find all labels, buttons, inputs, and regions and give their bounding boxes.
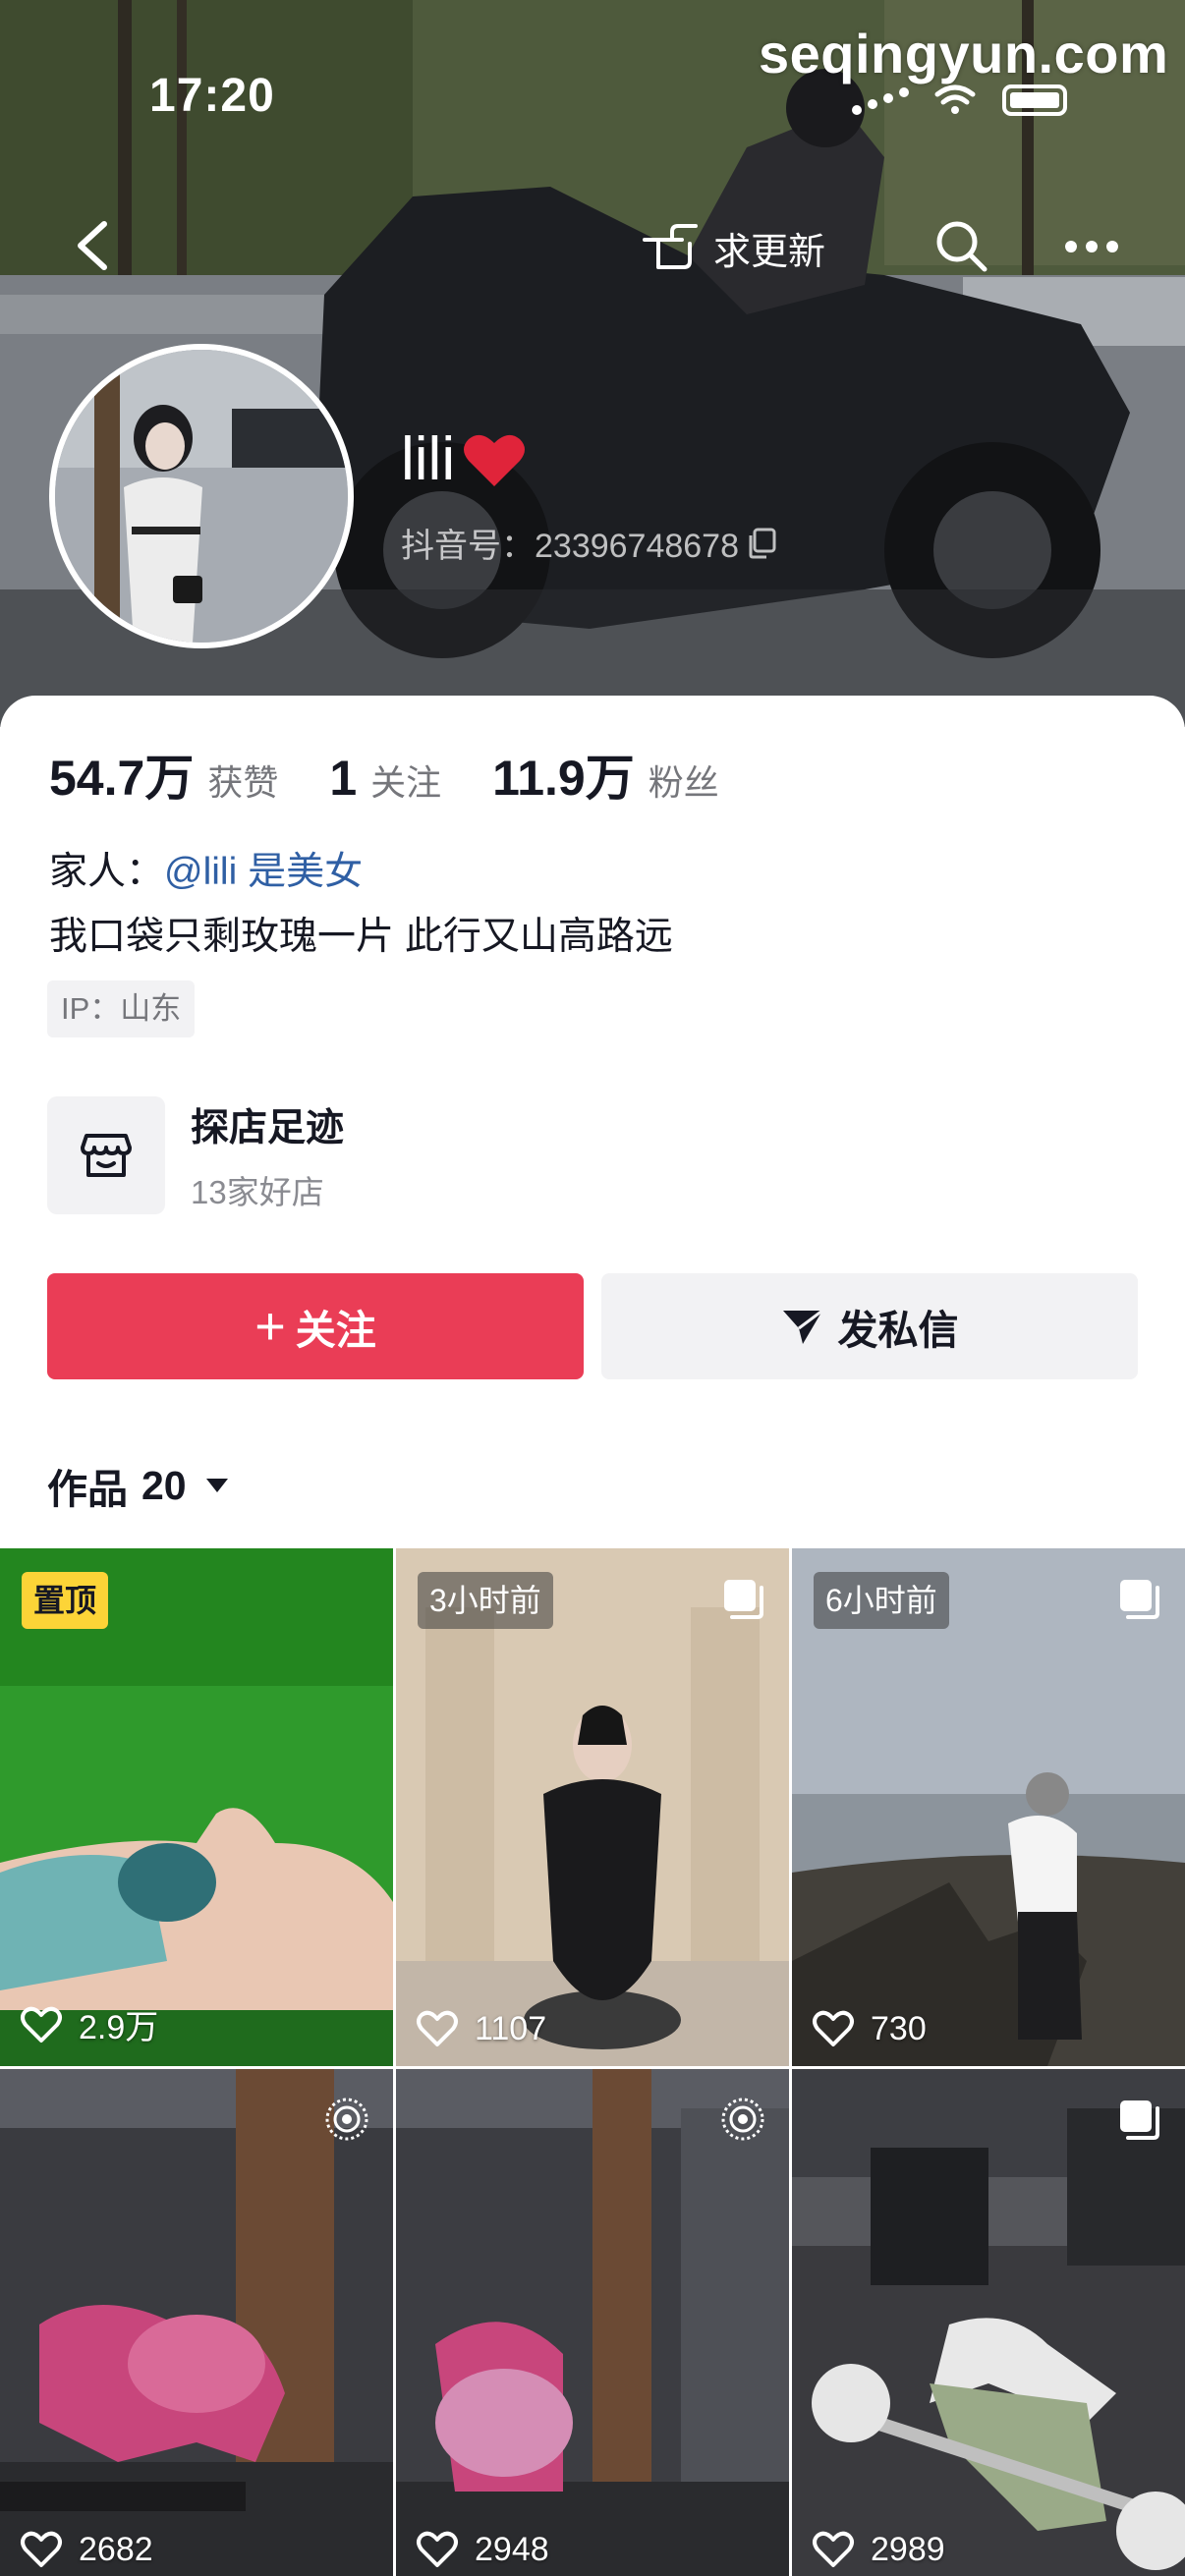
stat-likes[interactable]: 54.7万 获赞 — [49, 739, 278, 810]
likes-count: 2948 — [475, 2530, 549, 2568]
video-tile[interactable]: 6小时前 730 — [792, 1548, 1185, 2066]
heart-outline-icon — [417, 2531, 458, 2567]
time-badge: 6小时前 — [814, 1572, 949, 1629]
heart-outline-icon — [21, 2531, 62, 2567]
message-button-label: 发私信 — [837, 1308, 959, 1353]
tile-likes: 2989 — [812, 2530, 945, 2569]
stat-followers[interactable]: 11.9万 粉丝 — [492, 739, 719, 810]
message-button[interactable]: 发私信 — [601, 1273, 1138, 1379]
bio-family-line: 家人：@lili 是美女 — [49, 841, 363, 896]
heart-outline-icon — [813, 2010, 854, 2046]
stat-following[interactable]: 1 关注 — [329, 750, 441, 807]
back-icon[interactable] — [71, 218, 114, 273]
ip-location-tag: IP：山东 — [47, 980, 196, 1037]
works-count: 20 — [141, 1462, 187, 1508]
shop-visits-entry[interactable]: 探店足迹 13家好店 — [47, 1096, 344, 1214]
video-tile[interactable]: 2989 — [792, 2069, 1185, 2576]
likes-count: 2.9万 — [79, 2009, 159, 2046]
nickname-text: lili — [401, 425, 456, 493]
tile-likes: 2682 — [20, 2530, 153, 2569]
family-prefix: 家人： — [49, 851, 165, 893]
follow-button[interactable]: + 关注 — [47, 1273, 584, 1379]
live-photo-icon — [721, 2098, 764, 2141]
likes-count: 2989 — [871, 2530, 945, 2568]
caret-down-icon — [205, 1479, 228, 1492]
stat-likes-label: 获赞 — [207, 762, 279, 803]
heart-outline-icon — [21, 2006, 62, 2043]
watermark: seqingyun.com — [759, 23, 1169, 84]
pinned-badge: 置顶 — [22, 1572, 109, 1629]
copy-icon[interactable] — [747, 528, 776, 559]
search-icon[interactable] — [933, 218, 990, 275]
stat-followers-count: 11.9万 — [492, 751, 635, 806]
avatar-photo — [55, 350, 348, 643]
video-tile[interactable]: 2948 — [396, 2069, 789, 2576]
status-time: 17:20 — [149, 70, 275, 122]
shop-text: 探店足迹 13家好店 — [191, 1097, 344, 1213]
works-tab[interactable]: 作品 20 — [47, 1456, 230, 1515]
tile-likes: 2948 — [416, 2530, 549, 2569]
video-thumbnail — [396, 2069, 789, 2576]
douyin-id: 抖音号：23396748678 — [401, 519, 776, 567]
video-tile[interactable]: 3小时前 1107 — [396, 1548, 789, 2066]
request-update-label: 求更新 — [713, 231, 826, 273]
shop-icon-box — [47, 1096, 165, 1214]
works-grid: 置顶 2.9万 3小时前 1107 6小时前 730 2682 2948 298… — [0, 1548, 1185, 2576]
shop-subtitle: 13家好店 — [191, 1174, 324, 1210]
stat-following-label: 关注 — [370, 762, 442, 803]
tile-likes: 2.9万 — [20, 2000, 158, 2048]
tile-likes: 730 — [812, 2009, 927, 2048]
status-icons — [852, 84, 1067, 116]
video-tile[interactable]: 2682 — [0, 2069, 393, 2576]
photo-set-icon — [1120, 2100, 1159, 2140]
profile-banner: 17:20 seqingyun.com 求更新 lili 抖音号：2339674… — [0, 0, 1185, 727]
stat-following-count: 1 — [329, 751, 358, 806]
profile-card: 54.7万 获赞 1 关注 11.9万 粉丝 家人：@lili 是美女 我口袋只… — [0, 696, 1185, 2576]
store-icon — [81, 1134, 132, 1177]
wifi-icon — [934, 84, 976, 105]
signal-icon — [852, 87, 909, 115]
send-icon — [782, 1309, 823, 1344]
heart-outline-icon — [813, 2531, 854, 2567]
works-label: 作品 — [47, 1467, 128, 1512]
likes-count: 730 — [871, 2009, 927, 2047]
more-icon[interactable] — [1061, 218, 1122, 275]
plus-icon: + — [254, 1297, 286, 1356]
bio-text: 我口袋只剩玫瑰一片 此行又山高路远 — [49, 916, 673, 958]
live-photo-icon — [325, 2098, 368, 2141]
video-thumbnail — [0, 2069, 393, 2576]
heart-outline-icon — [417, 2010, 458, 2046]
video-thumbnail — [792, 2069, 1185, 2576]
pointing-hand-icon — [643, 224, 698, 269]
profile-stats: 54.7万 获赞 1 关注 11.9万 粉丝 — [49, 739, 770, 810]
stat-likes-count: 54.7万 — [49, 751, 195, 806]
photo-set-icon — [1120, 1580, 1159, 1619]
family-mention-link[interactable]: @lili 是美女 — [164, 851, 363, 893]
stat-followers-label: 粉丝 — [648, 762, 719, 803]
request-update-button[interactable]: 求更新 — [639, 218, 825, 277]
red-heart-icon — [464, 434, 526, 486]
avatar[interactable] — [49, 344, 354, 648]
nickname: lili — [401, 424, 528, 494]
time-badge: 3小时前 — [418, 1572, 553, 1629]
tile-likes: 1107 — [416, 2009, 546, 2048]
photo-set-icon — [724, 1580, 763, 1619]
douyin-id-text: 抖音号：23396748678 — [401, 528, 740, 565]
video-tile[interactable]: 置顶 2.9万 — [0, 1548, 393, 2066]
follow-button-label: 关注 — [295, 1308, 376, 1353]
likes-count: 1107 — [475, 2009, 547, 2047]
likes-count: 2682 — [79, 2530, 153, 2568]
shop-title: 探店足迹 — [191, 1107, 345, 1149]
